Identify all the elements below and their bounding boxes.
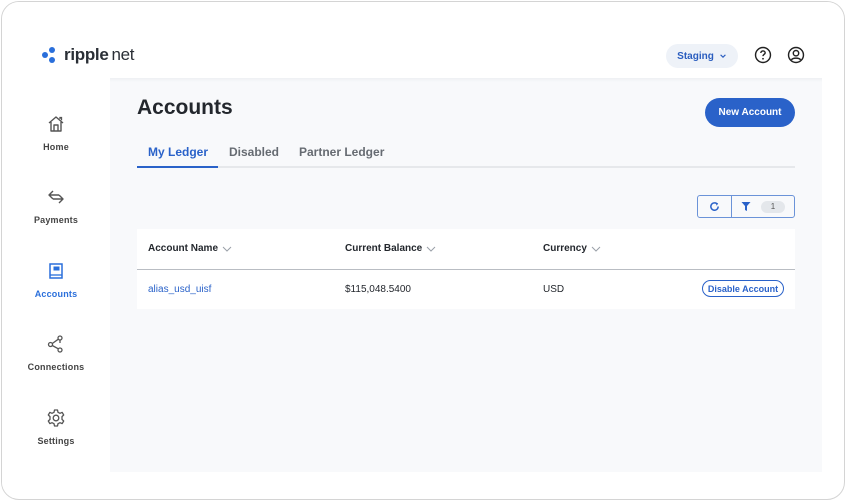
column-header-current-balance[interactable]: Current Balance	[345, 243, 436, 254]
environment-selector[interactable]: Staging	[666, 44, 738, 68]
sidebar-item-connections[interactable]: Connections	[2, 334, 110, 372]
chevron-down-icon	[720, 54, 726, 58]
user-profile-icon[interactable]	[787, 46, 805, 64]
disable-account-button[interactable]: Disable Account	[702, 280, 784, 297]
table-header: Account Name Current Balance Currency	[137, 229, 795, 270]
sidebar-item-label: Payments	[33, 215, 79, 225]
gear-icon	[47, 409, 65, 427]
active-tab-indicator	[137, 166, 218, 168]
refresh-button[interactable]	[698, 196, 732, 217]
sidebar-item-accounts[interactable]: Accounts	[2, 261, 110, 299]
table-toolbar: 1	[697, 195, 795, 218]
sidebar-item-label: Settings	[37, 436, 75, 446]
tab-partner-ledger[interactable]: Partner Ledger	[299, 145, 384, 159]
environment-label: Staging	[677, 50, 714, 62]
page-title: Accounts	[137, 96, 233, 119]
sidebar-item-label: Home	[43, 142, 69, 152]
sidebar-item-home[interactable]: Home	[2, 114, 110, 152]
ledger-tabs: My Ledger Disabled Partner Ledger	[137, 138, 795, 168]
filter-icon	[741, 202, 751, 211]
current-balance-cell: $115,048.5400	[345, 284, 411, 295]
main-content: Accounts New Account My Ledger Disabled …	[110, 78, 822, 472]
table-row: alias_usd_uisf $115,048.5400 USD Disable…	[137, 270, 795, 309]
filter-count-badge: 1	[761, 200, 785, 213]
app-window: ripple net Staging Home Payments Account…	[1, 1, 845, 500]
new-account-button[interactable]: New Account	[705, 98, 795, 127]
logo-text-light: net	[111, 45, 135, 64]
filter-button[interactable]: 1	[732, 196, 794, 217]
sidebar-nav: Home Payments Accounts Connections Setti…	[2, 78, 110, 498]
ripplenet-logo[interactable]: ripple net	[42, 45, 135, 65]
home-icon	[48, 116, 64, 132]
sidebar-item-label: Accounts	[34, 289, 78, 299]
refresh-icon	[710, 202, 719, 211]
sidebar-item-payments[interactable]: Payments	[2, 187, 110, 225]
ledger-book-icon	[49, 263, 63, 279]
top-bar: ripple net Staging	[2, 2, 844, 78]
sort-chevron-icon	[222, 246, 232, 252]
arrows-exchange-icon	[48, 190, 64, 204]
account-name-link[interactable]: alias_usd_uisf	[148, 284, 211, 295]
share-nodes-icon	[47, 335, 63, 353]
column-header-currency[interactable]: Currency	[543, 243, 601, 254]
sort-chevron-icon	[591, 246, 601, 252]
currency-cell: USD	[543, 284, 565, 295]
sort-chevron-icon	[426, 246, 436, 252]
accounts-table: Account Name Current Balance Currency al…	[137, 229, 795, 309]
tab-disabled[interactable]: Disabled	[229, 145, 279, 159]
logo-text-strong: ripple	[64, 45, 109, 64]
tab-my-ledger[interactable]: My Ledger	[148, 145, 208, 159]
sidebar-item-label: Connections	[27, 362, 85, 372]
ripple-logo-icon	[42, 47, 62, 63]
column-header-account-name[interactable]: Account Name	[148, 243, 232, 254]
sidebar-item-settings[interactable]: Settings	[2, 408, 110, 446]
help-icon[interactable]	[754, 46, 772, 64]
